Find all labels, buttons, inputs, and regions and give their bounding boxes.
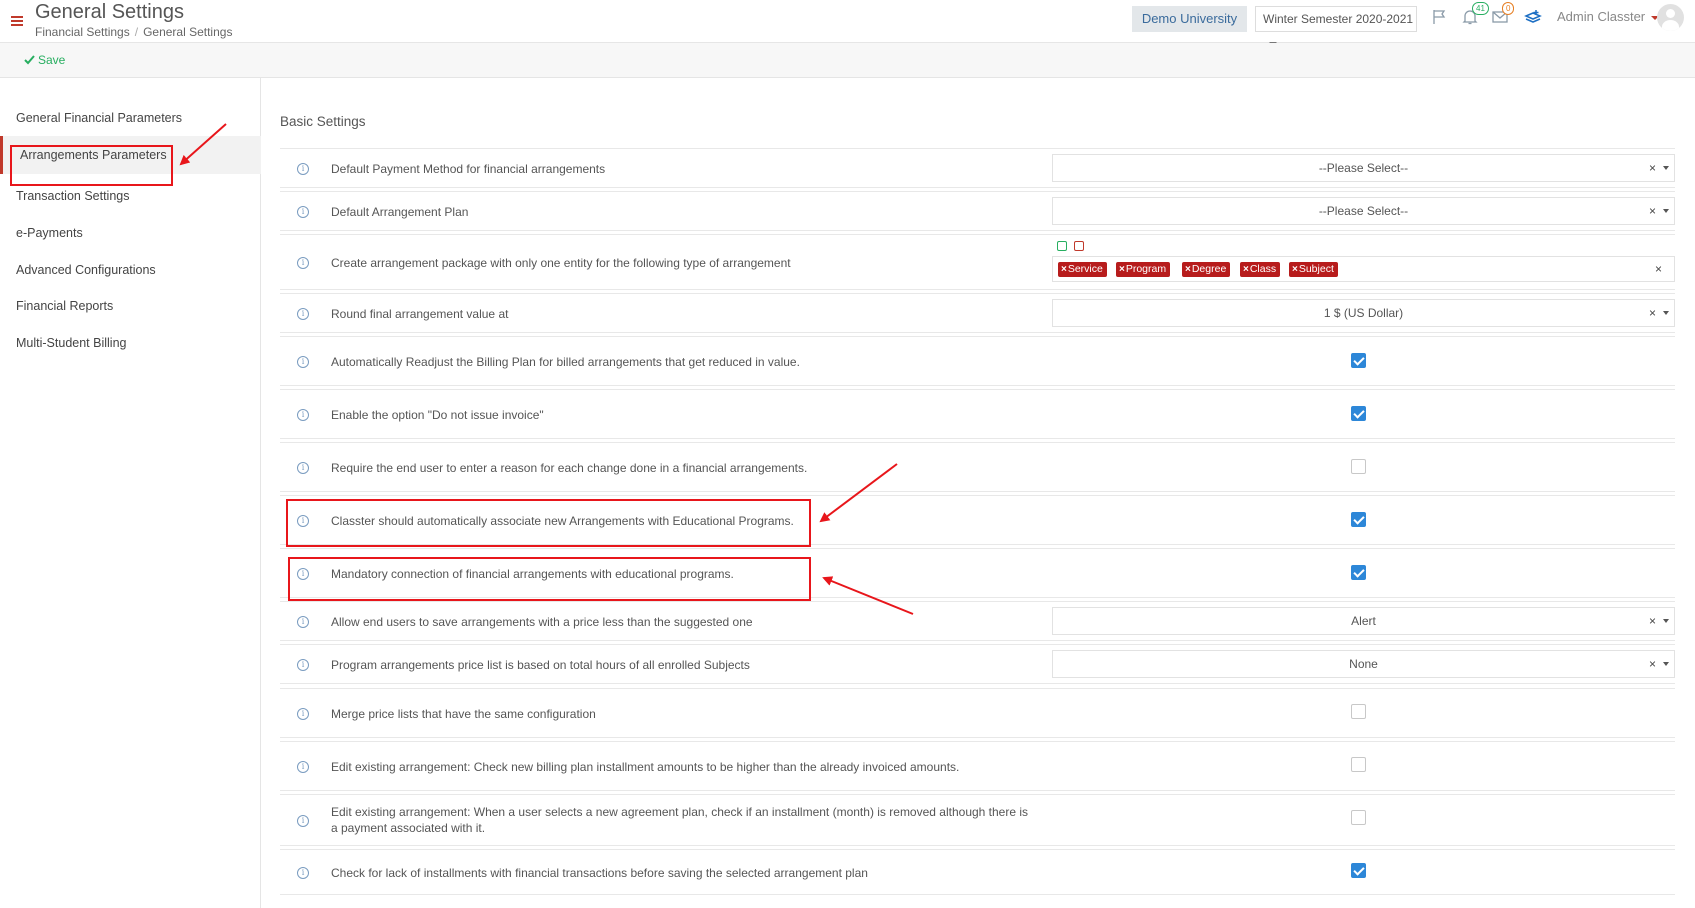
annotation-arrow [179,123,227,166]
annotation-arrow [822,576,914,615]
annotation-arrow [819,463,898,523]
annotation-arrows [179,123,914,615]
